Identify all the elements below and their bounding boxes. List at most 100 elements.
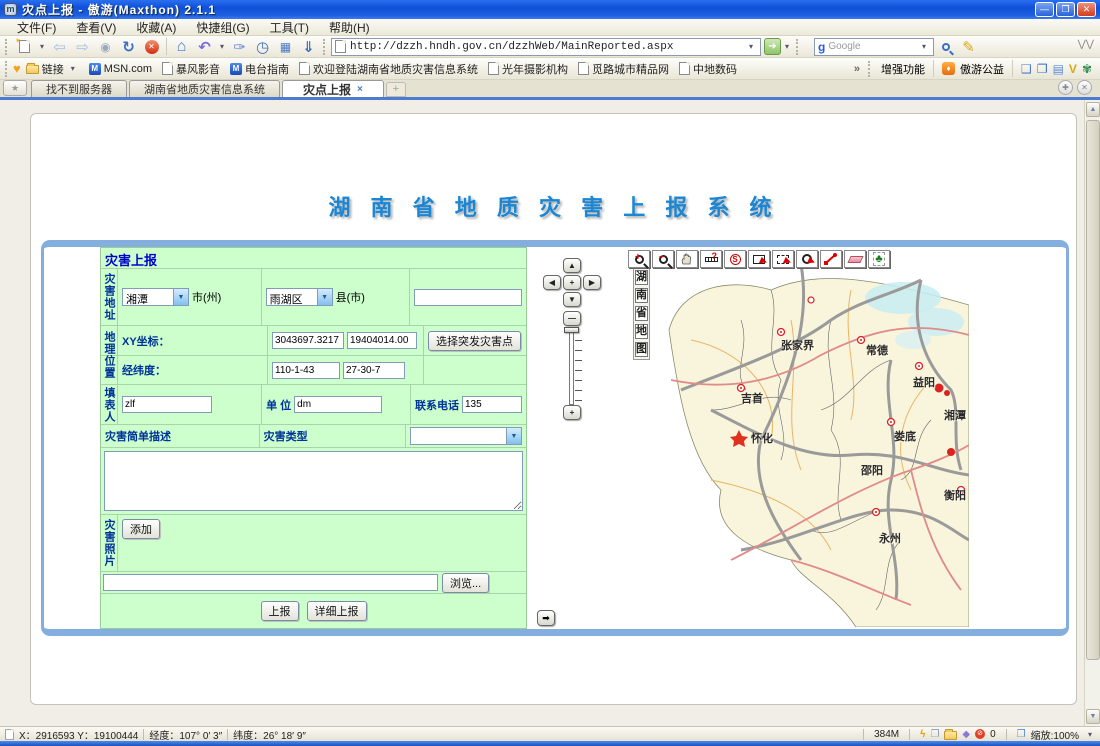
new-tab-icon[interactable]: ✶ [13,37,36,57]
pan-hand-icon[interactable] [676,250,698,268]
identify-icon[interactable] [796,250,818,268]
eraser-icon[interactable] [844,250,866,268]
zoom-dropdown-icon[interactable]: ▾ [1084,730,1096,739]
latitude-input[interactable] [343,362,405,379]
unit-input[interactable] [294,396,382,413]
menu-groups[interactable]: 快捷组(G) [187,18,258,37]
menu-favorites[interactable]: 收藏(A) [127,18,185,37]
tab-close-icon[interactable]: × [357,84,363,95]
measure-distance-icon[interactable]: ? [700,250,722,268]
longitude-input[interactable] [272,362,340,379]
draw-redline-icon[interactable] [820,250,842,268]
close-button[interactable]: ✕ [1077,2,1096,17]
page-scrollbar[interactable]: ▲ ▼ [1084,100,1100,726]
pan-down-button[interactable]: ▼ [563,292,581,307]
bookmark-links-folder[interactable]: 链接▾ [21,61,84,77]
map-canvas[interactable]: 张家界 常德 益阳 湘潭 吉首 娄底 怀化 邵阳 衡阳 永州 [651,260,969,627]
restore-button[interactable]: ❐ [1056,2,1075,17]
history-dropdown-icon[interactable]: ◉ [94,37,117,57]
deselect-rectangle-icon[interactable] [772,250,794,268]
photo-file-input[interactable] [103,574,438,591]
search-input[interactable]: Google [828,41,915,52]
undo-dropdown-icon[interactable]: ▾ [216,42,228,51]
scrollbar-thumb[interactable] [1086,120,1100,660]
address-dropdown-icon[interactable]: ▾ [745,42,757,51]
eraser-status-icon[interactable]: ◆ [962,729,970,740]
search-box[interactable]: g Google ▾ [814,38,934,56]
new-tab-button[interactable]: + [386,82,406,97]
submit-button[interactable]: 上报 [261,601,299,621]
scroll-down-icon[interactable]: ▼ [1086,709,1100,724]
address-url[interactable]: http://dzzh.hndh.gov.cn/dzzhWeb/MainRepo… [350,41,741,53]
disaster-type-select[interactable]: ▼ [410,427,522,445]
zoom-in-step-button[interactable]: + [563,405,581,420]
menu-file[interactable]: 文件(F) [8,18,65,37]
folder-icon[interactable] [944,731,957,740]
ad-blocker-icon[interactable]: ⊘ [975,729,985,739]
add-photo-button[interactable]: 添加 [122,519,160,539]
minimize-button[interactable]: — [1035,2,1054,17]
zoom-out-step-button[interactable]: — [563,311,581,326]
zoom-out-icon[interactable]: − [652,250,674,268]
notes-icon[interactable]: ▤ [1053,62,1064,76]
go-button[interactable]: ➔ [764,38,781,55]
bookmark-radio-guide[interactable]: M电台指南 [225,61,294,77]
toolbar-overflow-icon[interactable]: ⋁⋁ [1078,39,1094,50]
magic-fill-icon[interactable]: ✑ [228,37,251,57]
zoom-slider-handle[interactable] [564,327,579,333]
city-select[interactable]: 湘潭▼ [122,288,189,306]
browse-button[interactable]: 浏览... [442,573,489,593]
bookmark-zhongdi-digital[interactable]: 中地数码 [674,61,742,77]
search-engine-dropdown-icon[interactable]: ▾ [918,42,930,51]
clear-selection-icon[interactable]: S [724,250,746,268]
chicken-icon[interactable]: ♦ [942,62,955,75]
layer-tree-icon[interactable]: ♣ [868,250,890,268]
description-textarea[interactable] [104,451,523,511]
tab-server-not-found[interactable]: 找不到服务器 [31,80,127,97]
undo-icon[interactable]: ↶ [193,37,216,57]
menu-help[interactable]: 帮助(H) [320,18,379,37]
home-icon[interactable]: ⌂ [170,37,193,57]
pan-center-button[interactable]: + [563,275,581,290]
address-detail-input[interactable] [414,289,522,306]
boost-icon[interactable]: ϟ [920,729,925,740]
search-icon[interactable] [934,37,957,57]
new-tab-dropdown-icon[interactable]: ▾ [36,42,48,51]
select-rectangle-icon[interactable] [748,250,770,268]
menu-view[interactable]: 查看(V) [67,18,125,37]
enhance-features-link[interactable]: 增强功能 [881,61,925,77]
zoom-level[interactable]: 缩放:100% [1031,727,1079,742]
bookmark-storm-player[interactable]: 暴风影音 [157,61,225,77]
pan-right-button[interactable]: ▶ [583,275,601,290]
back-icon[interactable]: ⇦ [48,37,71,57]
phone-input[interactable] [462,396,522,413]
window-icon[interactable]: ❐ [1037,62,1048,76]
expand-panel-button[interactable]: ➡ [537,610,555,626]
chevron-down-icon[interactable]: ▼ [317,289,332,305]
pan-left-button[interactable]: ◀ [543,275,561,290]
bookmark-photo-studio[interactable]: 光年摄影机构 [483,61,573,77]
highlight-icon[interactable]: ✎ [957,37,980,57]
chevron-down-icon[interactable]: ▼ [506,428,521,444]
tab-hunan-geo-info[interactable]: 湖南省地质灾害信息系统 [129,80,280,97]
zoom-slider-track[interactable] [569,329,574,405]
plugin-icon[interactable]: ✾ [1082,62,1092,76]
tab-bar-close-button[interactable]: ✕ [1077,80,1092,95]
chevron-down-icon[interactable]: ▼ [173,289,188,305]
address-bar[interactable]: http://dzzh.hndh.gov.cn/dzzhWeb/MainRepo… [331,38,761,56]
county-select[interactable]: 雨湖区▼ [266,288,333,306]
y-coordinate-input[interactable] [347,332,417,349]
history-clock-icon[interactable]: ◷ [251,37,274,57]
tab-list-star-icon[interactable]: ★ [3,80,27,96]
pick-disaster-point-button[interactable]: 选择突发灾害点 [428,331,521,351]
stop-icon[interactable]: ✕ [140,37,163,57]
x-coordinate-input[interactable] [272,332,344,349]
download-icon[interactable]: ⇓ [297,37,320,57]
zoom-window-icon[interactable]: ❐ [1017,729,1026,740]
refresh-icon[interactable]: ↻ [117,37,140,57]
favorites-heart-icon[interactable]: ♥ [13,61,21,76]
skin-icon[interactable]: V [1069,62,1077,76]
bookmarks-overflow-icon[interactable]: » [854,63,860,75]
reporter-name-input[interactable] [122,396,212,413]
tab-disaster-report[interactable]: 灾点上报× [282,80,384,97]
